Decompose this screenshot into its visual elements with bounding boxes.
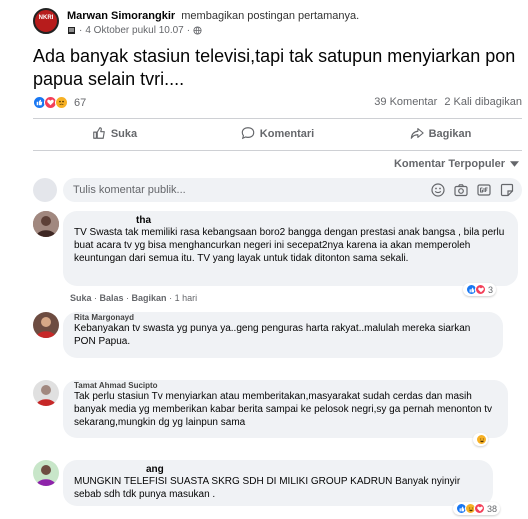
like-button-label: Suka bbox=[110, 128, 138, 140]
comment-text: MUNGKIN TELEFISI SUASTA SKRG SDH DI MILI… bbox=[74, 476, 461, 500]
sticker-icon[interactable] bbox=[500, 183, 514, 197]
viewer-avatar bbox=[33, 178, 57, 202]
comment-input[interactable]: Tulis komentar publik... bbox=[63, 178, 522, 202]
chevron-down-icon bbox=[510, 158, 519, 170]
comment-bubble: Tamat Ahmad Sucipto Tak perlu stasiun Tv… bbox=[63, 380, 508, 438]
brand-badge-icon bbox=[67, 26, 76, 35]
author-line: Marwan Simorangkir membagikan postingan … bbox=[67, 10, 359, 22]
avatar-logo-text: NKRI bbox=[38, 15, 54, 21]
comment-sort-label: Komentar Terpopuler bbox=[393, 158, 505, 170]
comment-text: TV Swasta tak memiliki rasa kebangsaan b… bbox=[74, 227, 505, 264]
comment-reaction-count: 38 bbox=[487, 503, 498, 514]
camera-icon[interactable] bbox=[454, 183, 468, 197]
reaction-count: 67 bbox=[74, 96, 87, 109]
comment-item: Tamat Ahmad Sucipto Tak perlu stasiun Tv… bbox=[33, 380, 522, 450]
comment-reply-link[interactable]: Balas bbox=[100, 293, 124, 303]
post-action-bar: Suka Komentari Bagikan bbox=[33, 122, 522, 146]
share-button-label: Bagikan bbox=[428, 128, 472, 140]
comment-button[interactable]: Komentari bbox=[196, 122, 359, 146]
commenter-name[interactable]: ang bbox=[74, 464, 482, 475]
reaction-summary[interactable]: 67 bbox=[33, 96, 86, 109]
composer-tools bbox=[431, 183, 514, 197]
separator-dot: · bbox=[79, 25, 83, 36]
comment-actions: Suka · Balas · Bagikan · 1 hari bbox=[70, 293, 198, 303]
post-author-name[interactable]: Marwan Simorangkir bbox=[67, 10, 175, 22]
post-stats: 67 39 Komentar 2 Kali dibagikan bbox=[33, 96, 522, 112]
post-meta: · 4 Oktober pukul 10.07 · bbox=[67, 25, 202, 36]
comment-reactions[interactable] bbox=[473, 433, 488, 446]
commenter-avatar[interactable] bbox=[33, 460, 59, 486]
commenter-avatar[interactable] bbox=[33, 211, 59, 237]
public-globe-icon bbox=[193, 26, 202, 35]
engagement-counts: 39 Komentar 2 Kali dibagikan bbox=[374, 96, 522, 108]
love-reaction-icon bbox=[475, 284, 486, 295]
comment-reactions[interactable]: 3 bbox=[463, 283, 497, 296]
divider bbox=[33, 118, 522, 119]
comment-item: ang MUNGKIN TELEFISI SUASTA SKRG SDH DI … bbox=[33, 460, 522, 519]
commenter-name[interactable]: Tamat Ahmad Sucipto bbox=[74, 381, 497, 390]
comment-bubble: tha TV Swasta tak memiliki rasa kebangsa… bbox=[63, 211, 518, 286]
sad-reaction-icon bbox=[55, 96, 68, 109]
comment-composer: Tulis komentar publik... bbox=[33, 178, 522, 202]
comment-share-link[interactable]: Bagikan bbox=[132, 293, 167, 303]
commenter-name[interactable]: Rita Margonayd bbox=[74, 313, 492, 322]
commenter-name[interactable]: tha bbox=[74, 215, 507, 226]
comment-reactions[interactable]: 38 bbox=[453, 502, 501, 515]
post-timestamp[interactable]: 4 Oktober pukul 10.07 bbox=[85, 25, 183, 36]
comment-button-label: Komentari bbox=[259, 128, 315, 140]
commenter-avatar[interactable] bbox=[33, 380, 59, 406]
love-reaction-icon bbox=[474, 503, 485, 514]
comment-input-placeholder: Tulis komentar publik... bbox=[73, 184, 186, 196]
comment-time[interactable]: 1 hari bbox=[175, 293, 198, 303]
page-avatar[interactable]: NKRI bbox=[33, 8, 59, 34]
post-text: Ada banyak stasiun televisi,tapi tak sat… bbox=[33, 46, 516, 89]
comments-count-link[interactable]: 39 Komentar bbox=[374, 96, 437, 108]
comment-like-link[interactable]: Suka bbox=[70, 293, 92, 303]
shares-count-link[interactable]: 2 Kali dibagikan bbox=[444, 96, 522, 108]
comment-bubble: ang MUNGKIN TELEFISI SUASTA SKRG SDH DI … bbox=[63, 460, 493, 506]
divider bbox=[33, 150, 522, 151]
comment-item: tha TV Swasta tak memiliki rasa kebangsa… bbox=[33, 211, 522, 306]
thumbs-up-icon bbox=[92, 126, 106, 143]
comment-item: Rita Margonayd Kebanyakan tv swasta yg p… bbox=[33, 312, 522, 370]
share-arrow-icon bbox=[410, 126, 424, 143]
comment-text: Tak perlu stasiun Tv menyiarkan atau mem… bbox=[74, 391, 493, 428]
comment-bubble: Rita Margonayd Kebanyakan tv swasta yg p… bbox=[63, 312, 503, 358]
comment-sort-dropdown[interactable]: Komentar Terpopuler bbox=[394, 158, 519, 170]
comment-text: Kebanyakan tv swasta yg punya ya..geng p… bbox=[74, 323, 471, 347]
commenter-avatar[interactable] bbox=[33, 312, 59, 338]
comment-reaction-count: 3 bbox=[488, 284, 494, 295]
haha-reaction-icon bbox=[476, 434, 487, 445]
share-button[interactable]: Bagikan bbox=[359, 122, 522, 146]
post-header: NKRI Marwan Simorangkir membagikan posti… bbox=[33, 8, 518, 38]
gif-icon[interactable] bbox=[477, 183, 491, 197]
post-author-action: membagikan postingan pertamanya. bbox=[181, 10, 360, 22]
comment-bubble-icon bbox=[241, 126, 255, 143]
separator-dot: · bbox=[186, 25, 191, 36]
like-button[interactable]: Suka bbox=[33, 122, 196, 146]
emoji-icon[interactable] bbox=[431, 183, 445, 197]
